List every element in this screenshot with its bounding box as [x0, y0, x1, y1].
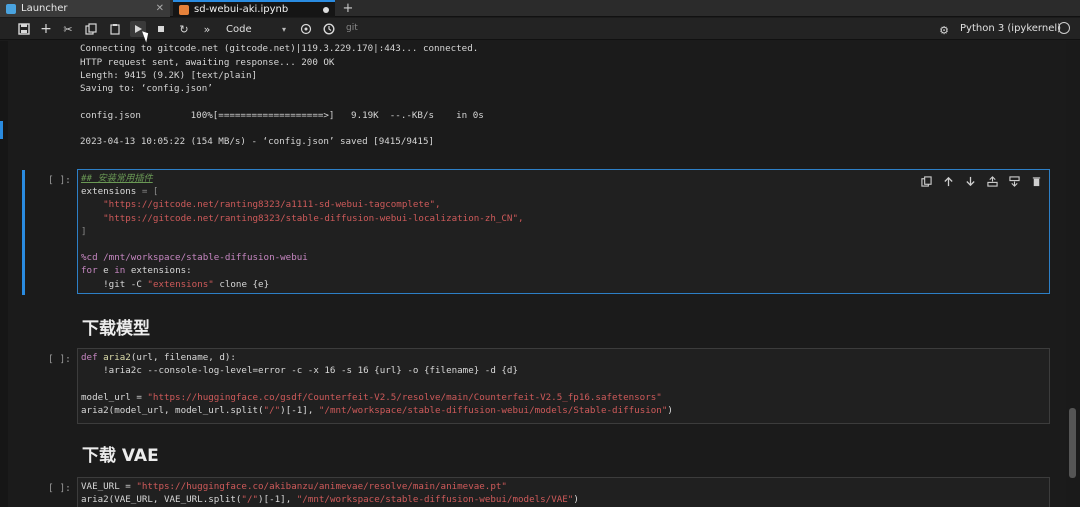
- cell-toolbar: [919, 174, 1043, 188]
- tab-launcher-label: Launcher: [21, 3, 68, 14]
- delete-icon[interactable]: [1029, 174, 1043, 188]
- notebook-toolbar: + ✂ ↻ » Code ▾ git ⚙ Python 3 (ipykernel…: [0, 18, 1080, 40]
- output-line: config.json 100%[===================>] 9…: [80, 110, 484, 121]
- output-line: Saving to: ‘config.json’: [80, 83, 213, 94]
- insert-above-icon[interactable]: [985, 174, 999, 188]
- git-label[interactable]: git: [346, 23, 358, 33]
- code-token: (url, filename, d):: [130, 352, 236, 363]
- code-token: clone {e}: [213, 278, 270, 290]
- chevron-down-icon: ▾: [281, 24, 286, 34]
- left-sidebar: [0, 41, 8, 507]
- duplicate-icon[interactable]: [919, 174, 933, 188]
- code-token: )[-1],: [280, 404, 319, 416]
- code-token: !git -C: [103, 278, 148, 290]
- output-line: Connecting to gitcode.net (gitcode.net)|…: [80, 43, 479, 54]
- tab-launcher[interactable]: Launcher ✕: [0, 0, 170, 17]
- code-keyword: for: [81, 265, 98, 277]
- code-token: )[-1],: [258, 494, 297, 506]
- insert-below-icon[interactable]: [1007, 174, 1021, 188]
- code-string: "https://gitcode.net/ranting8323/a1111-s…: [103, 199, 441, 211]
- scrollbar-thumb[interactable]: [1069, 408, 1076, 478]
- code-cell-vae[interactable]: VAE_URL = "https://huggingface.co/akiban…: [77, 477, 1050, 507]
- restart-icon[interactable]: ↻: [176, 21, 192, 37]
- tab-bar: Launcher ✕ sd-webui-aki.ipynb +: [0, 0, 1080, 17]
- sidebar-active-marker: [0, 121, 3, 139]
- code-token: !aria2c --console-log-level=error -c -x …: [103, 365, 518, 377]
- code-comment: ## 安装常用插件: [81, 173, 153, 184]
- new-tab-button[interactable]: +: [338, 0, 358, 17]
- code-cell-aria2[interactable]: def aria2(url, filename, d): !aria2c --c…: [77, 348, 1050, 424]
- cell-type-value: Code: [226, 23, 252, 35]
- code-magic: %cd /mnt/workspace/stable-diffusion-webu…: [81, 252, 308, 264]
- kernel-status-icon: [1058, 22, 1070, 34]
- code-token: model_url =: [81, 391, 148, 403]
- active-cell-indicator: [22, 170, 25, 295]
- code-editor[interactable]: VAE_URL = "https://huggingface.co/akiban…: [81, 480, 579, 506]
- debugger-icon[interactable]: [298, 21, 314, 37]
- markdown-heading-download-vae[interactable]: 下载 VAE: [82, 441, 159, 466]
- kernel-name[interactable]: Python 3 (ipykernel): [960, 23, 1061, 34]
- cell-type-select[interactable]: Code ▾: [222, 21, 290, 37]
- output-line: 2023-04-13 10:05:22 (154 MB/s) - ‘config…: [80, 136, 435, 147]
- code-string: "/": [263, 404, 281, 416]
- clock-icon[interactable]: [321, 21, 337, 37]
- code-token: ): [667, 404, 673, 416]
- code-function: aria2: [97, 352, 131, 363]
- cut-icon[interactable]: ✂: [60, 21, 76, 37]
- code-editor[interactable]: ## 安装常用插件 extensions = [ "https://gitcod…: [81, 172, 524, 291]
- output-line: HTTP request sent, awaiting response... …: [80, 57, 335, 68]
- stop-icon[interactable]: [153, 21, 169, 37]
- code-string: "extensions": [147, 278, 214, 290]
- tab-notebook[interactable]: sd-webui-aki.ipynb: [173, 0, 335, 17]
- code-string: "/mnt/workspace/stable-diffusion-webui/m…: [296, 494, 574, 506]
- tab-notebook-label: sd-webui-aki.ipynb: [194, 4, 289, 15]
- code-keyword: in: [114, 265, 126, 277]
- code-editor[interactable]: def aria2(url, filename, d): !aria2c --c…: [81, 351, 673, 417]
- code-token: aria2(model_url, model_url.split(: [81, 404, 264, 416]
- cell-prompt: [ ]:: [48, 354, 71, 365]
- output-line: Length: 9415 (9.2K) [text/plain]: [80, 70, 258, 81]
- add-cell-icon[interactable]: +: [38, 21, 54, 37]
- arrow-up-icon[interactable]: [941, 174, 955, 188]
- code-string: "https://huggingface.co/akibanzu/animeva…: [136, 481, 507, 492]
- code-token: extensions: [81, 186, 137, 198]
- code-token: VAE_URL =: [81, 481, 137, 492]
- close-icon[interactable]: ✕: [156, 3, 164, 14]
- code-token: extensions:: [125, 265, 192, 277]
- code-keyword: def: [81, 352, 98, 363]
- code-token: ): [573, 494, 579, 506]
- unsaved-dot-icon[interactable]: [323, 6, 329, 13]
- code-string: "/mnt/workspace/stable-diffusion-webui/m…: [318, 404, 668, 416]
- cell-prompt: [ ]:: [48, 175, 71, 186]
- copy-icon[interactable]: [83, 21, 99, 37]
- fast-forward-icon[interactable]: »: [199, 21, 215, 37]
- paste-icon[interactable]: [107, 21, 123, 37]
- launcher-icon: [6, 3, 16, 14]
- save-icon[interactable]: [16, 21, 32, 37]
- gear-icon[interactable]: ⚙: [936, 22, 952, 38]
- code-token: e: [97, 265, 115, 277]
- cell-prompt: [ ]:: [48, 483, 71, 494]
- notebook-icon: [179, 4, 189, 15]
- code-token: = [: [136, 186, 159, 198]
- code-token: aria2(VAE_URL, VAE_URL.split(: [81, 494, 242, 506]
- code-string: "/": [241, 494, 259, 506]
- arrow-down-icon[interactable]: [963, 174, 977, 188]
- code-string: "https://huggingface.co/gsdf/Counterfeit…: [147, 391, 662, 403]
- markdown-heading-download-model[interactable]: 下载模型: [82, 314, 150, 339]
- code-string: "https://gitcode.net/ranting8323/stable-…: [103, 212, 524, 224]
- code-cell-extensions[interactable]: ## 安装常用插件 extensions = [ "https://gitcod…: [77, 169, 1050, 294]
- code-token: ]: [81, 225, 87, 237]
